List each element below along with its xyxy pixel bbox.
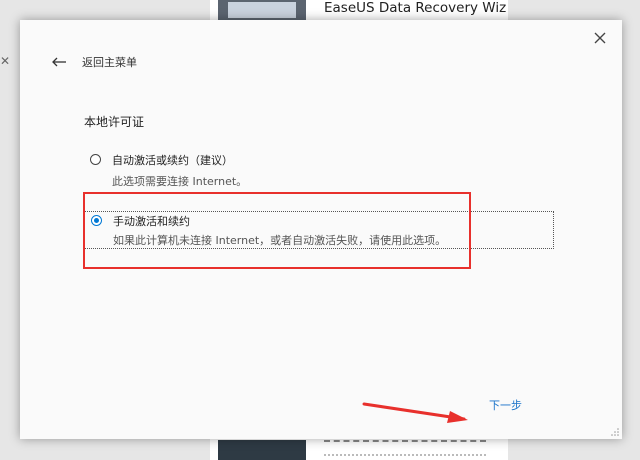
- background-item-text-blur: [324, 440, 486, 448]
- license-dialog: 返回主菜单 本地许可证 自动激活或续约（建议） 此选项需要连接 Internet…: [20, 20, 622, 439]
- close-button[interactable]: [592, 30, 608, 46]
- background-product-title: EaseUS Data Recovery Wiz: [324, 0, 507, 16]
- option-auto-activate[interactable]: 自动激活或续约（建议） 此选项需要连接 Internet。: [84, 149, 554, 189]
- annotation-arrow: [362, 402, 468, 423]
- background-thumbnail: [218, 0, 306, 22]
- radio-button-unselected[interactable]: [90, 154, 101, 165]
- background-item-subtext-blur: [324, 454, 486, 460]
- close-icon: [594, 32, 606, 44]
- back-to-main-menu-button[interactable]: 返回主菜单: [52, 54, 137, 70]
- section-title: 本地许可证: [84, 115, 145, 129]
- option-description: 此选项需要连接 Internet。: [112, 175, 248, 188]
- background-thumbnail-bottom: [218, 440, 306, 460]
- option-label: 自动激活或续约（建议）: [112, 154, 233, 167]
- arrow-left-icon: [52, 57, 66, 67]
- background-close-icon: ✕: [0, 54, 11, 68]
- back-label: 返回主菜单: [82, 56, 137, 69]
- annotation-highlight-box: [83, 192, 471, 269]
- resize-grip-icon[interactable]: [610, 427, 620, 437]
- next-button[interactable]: 下一步: [489, 397, 522, 413]
